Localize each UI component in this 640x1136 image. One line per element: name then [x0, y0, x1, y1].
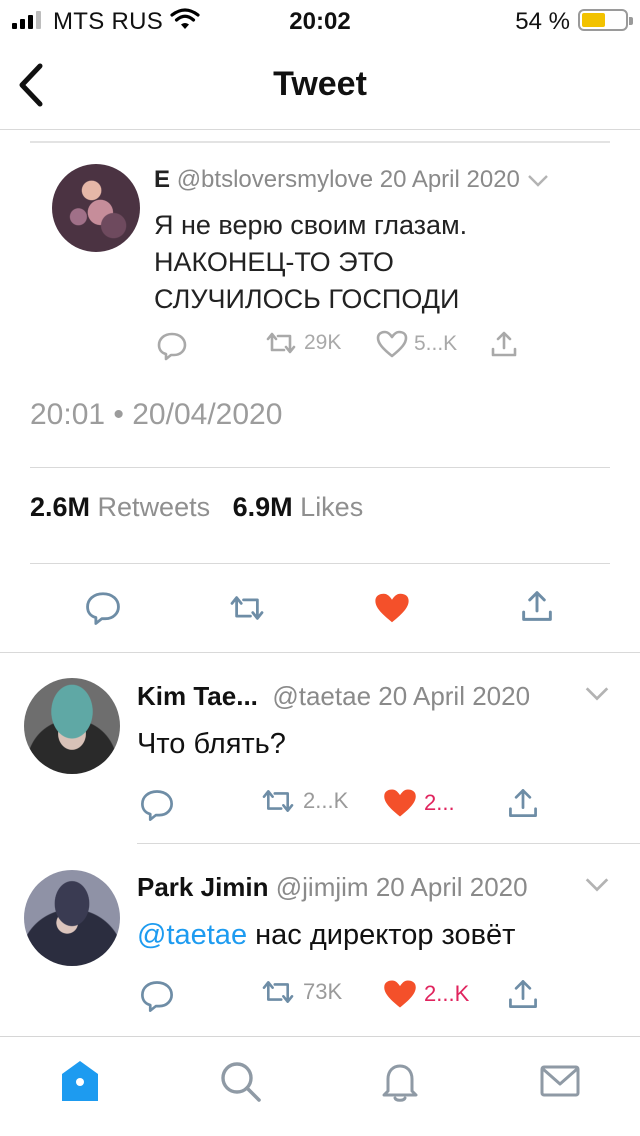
reply-header: Kim Tae... @taetae 20 April 2020: [137, 681, 530, 712]
reply-text: @taetae нас директор зовёт: [137, 919, 515, 952]
likes-number: 6.9M: [232, 492, 293, 522]
like-action: 5...K: [376, 330, 457, 358]
avatar[interactable]: [24, 870, 120, 966]
reply-action: [156, 330, 188, 362]
reply-text-body: нас директор зовёт: [255, 919, 516, 951]
like-action[interactable]: 2...K: [382, 978, 469, 1010]
share-icon: [509, 789, 537, 817]
notifications-icon[interactable]: [376, 1057, 424, 1105]
divider: [30, 467, 610, 468]
retweet-count: 29K: [304, 331, 342, 354]
retweet-icon: [262, 790, 294, 812]
retweet-icon: [262, 981, 294, 1003]
quoted-text-line: Я не верю своим глазам.: [154, 210, 468, 240]
like-count: 5...K: [414, 332, 458, 355]
nav-bar: Tweet: [0, 40, 640, 130]
like-count: 2...: [424, 790, 455, 815]
retweet-action[interactable]: 73K: [259, 978, 342, 1006]
quoted-avatar: [52, 164, 140, 252]
divider: [0, 652, 640, 653]
quoted-tweet-text: Я не верю своим глазам. НАКОНЕЦ-ТО ЭТО С…: [154, 207, 467, 318]
quoted-author-handle: @btsloversmylove: [176, 166, 374, 193]
reply-author-name[interactable]: Park Jimin: [137, 872, 269, 902]
retweet-count: 2...K: [303, 788, 349, 813]
reply-author-name[interactable]: Kim Tae...: [137, 681, 258, 711]
share-action: [490, 330, 518, 358]
retweet-action[interactable]: 2...K: [259, 787, 348, 815]
reply-author-handle: @taetae: [272, 681, 372, 711]
heart-outline-icon: [376, 330, 408, 358]
chevron-down-icon[interactable]: [584, 877, 610, 893]
messages-icon[interactable]: [536, 1057, 584, 1105]
reply-icon[interactable]: [84, 589, 122, 627]
tweet-actions: [0, 585, 640, 631]
reply-actions: 73K 2...K: [137, 978, 557, 1018]
reply-author-handle: @jimjim: [275, 872, 369, 902]
tab-bar: [0, 1036, 640, 1136]
like-count: 2...K: [424, 981, 470, 1006]
battery-fill: [582, 13, 605, 27]
quoted-text-line: НАКОНЕЦ-ТО ЭТО: [154, 247, 394, 277]
reply-date: 20 April 2020: [375, 872, 528, 902]
retweet-icon[interactable]: [227, 593, 267, 623]
reply-actions: 2...K 2...: [137, 787, 557, 827]
heart-filled-icon: [384, 980, 416, 1008]
home-icon[interactable]: [56, 1057, 104, 1105]
divider: [30, 141, 610, 143]
retweet-action: 29K: [264, 330, 341, 356]
reply-date: 20 April 2020: [378, 681, 531, 711]
retweet-icon: [266, 332, 296, 354]
search-icon[interactable]: [216, 1057, 264, 1105]
share-icon: [509, 980, 537, 1008]
battery-icon: [578, 9, 633, 31]
retweets-label: Retweets: [97, 492, 211, 522]
reply-action[interactable]: [139, 978, 175, 1014]
reply-icon: [141, 790, 173, 821]
retweets-number: 2.6M: [30, 492, 91, 522]
divider: [30, 563, 610, 564]
page-title: Tweet: [273, 65, 367, 103]
quoted-tweet-actions: 29K 5...K: [154, 330, 534, 370]
battery-percent: 54 %: [515, 8, 570, 35]
likes-label: Likes: [300, 492, 364, 522]
status-bar: MTS RUS 20:02 54 %: [0, 0, 640, 40]
likes-stat[interactable]: 6.9M Likes: [233, 492, 364, 522]
chevron-down-icon: [527, 174, 548, 187]
quoted-author-name: E: [154, 166, 171, 193]
tweet-timestamp: 20:01 • 20/04/2020: [30, 398, 283, 431]
avatar[interactable]: [24, 678, 120, 774]
heart-filled-icon[interactable]: [373, 591, 411, 625]
divider: [137, 843, 640, 844]
reply-header: Park Jimin @jimjim 20 April 2020: [137, 872, 528, 903]
chevron-down-icon[interactable]: [584, 686, 610, 702]
heart-filled-icon: [384, 789, 416, 817]
quoted-tweet-header: E @btsloversmylove 20 April 2020: [154, 166, 549, 194]
share-action[interactable]: [507, 978, 539, 1010]
share-action[interactable]: [507, 787, 539, 819]
like-action[interactable]: 2...: [382, 787, 455, 819]
reply-icon: [141, 981, 173, 1012]
share-icon[interactable]: [520, 589, 554, 623]
mention-link[interactable]: @taetae: [137, 919, 247, 951]
reply-icon: [157, 332, 187, 361]
quoted-tweet-date: 20 April 2020: [379, 166, 520, 193]
share-icon: [491, 331, 517, 357]
quoted-text-line: СЛУЧИЛОСЬ ГОСПОДИ: [154, 284, 460, 314]
retweets-stat[interactable]: 2.6M Retweets: [30, 492, 210, 522]
tweet-stats: 2.6M Retweets 6.9M Likes: [30, 492, 363, 523]
reply-text: Что блять?: [137, 728, 286, 760]
reply-action[interactable]: [139, 787, 175, 823]
retweet-count: 73K: [303, 979, 343, 1004]
